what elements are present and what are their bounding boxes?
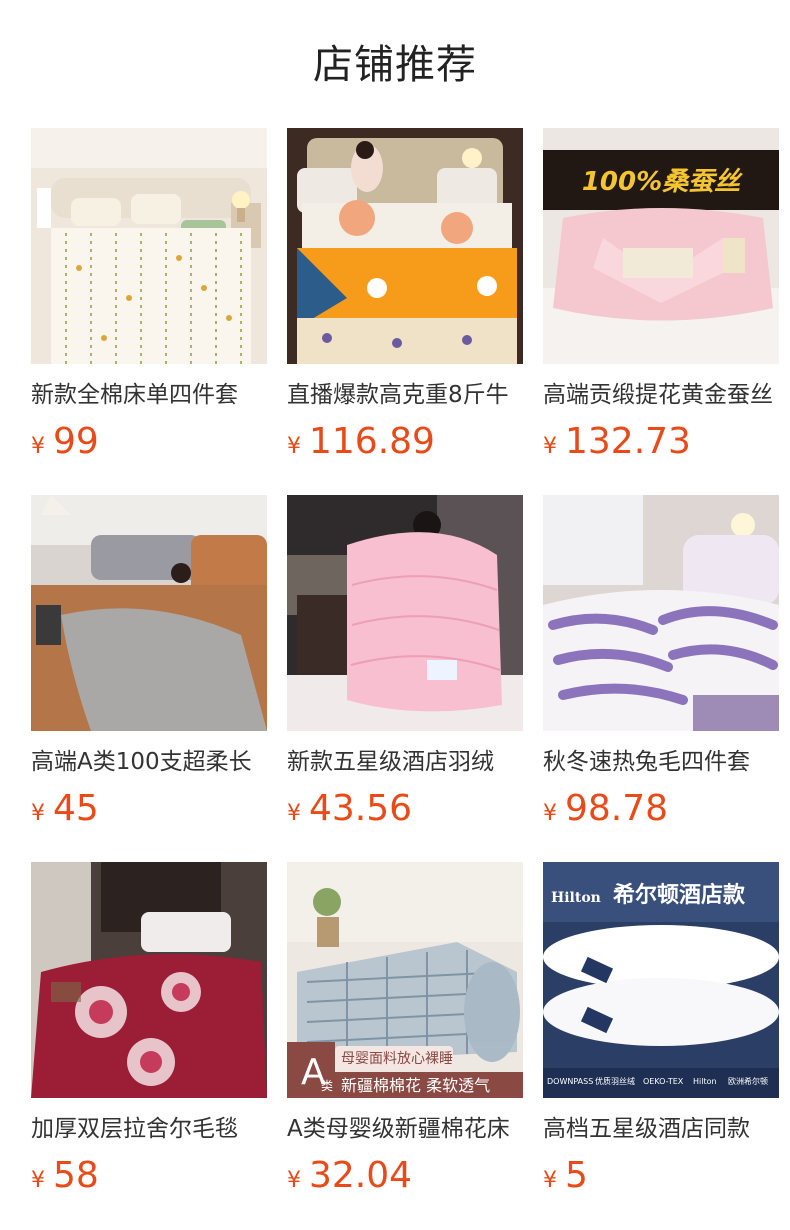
- product-name[interactable]: 高端贡缎提花黄金蚕丝: [543, 378, 779, 412]
- currency-symbol: ¥: [287, 434, 301, 459]
- product-image[interactable]: [287, 128, 523, 364]
- product-card[interactable]: 秋冬速热兔毛四件套 ¥98.78: [543, 495, 779, 862]
- product-name[interactable]: 高端A类100支超柔长: [31, 745, 267, 779]
- currency-symbol: ¥: [31, 801, 45, 826]
- price-value: 58: [53, 1155, 99, 1196]
- product-name[interactable]: 秋冬速热兔毛四件套: [543, 745, 779, 779]
- price-value: 45: [53, 788, 99, 829]
- headline-text: 希尔顿酒店款: [613, 882, 746, 908]
- strip-text-2: 优质羽丝绒: [595, 1076, 635, 1086]
- product-image[interactable]: [31, 495, 267, 731]
- banner-text: 100%桑蚕丝: [582, 167, 743, 197]
- currency-symbol: ¥: [543, 1168, 557, 1193]
- price-value: 116.89: [309, 421, 435, 462]
- currency-symbol: ¥: [31, 1168, 45, 1193]
- price-value: 5: [565, 1155, 588, 1196]
- product-price: ¥5: [543, 1152, 779, 1200]
- currency-symbol: ¥: [543, 434, 557, 459]
- product-image[interactable]: A 类 母婴面料放心裸睡 新疆棉棉花 柔软透气: [287, 862, 523, 1098]
- product-card[interactable]: 新款全棉床单四件套 ¥99: [31, 128, 267, 495]
- currency-symbol: ¥: [287, 801, 301, 826]
- currency-symbol: ¥: [287, 1168, 301, 1193]
- product-card[interactable]: 新款五星级酒店羽绒 ¥43.56: [287, 495, 523, 862]
- badge-sub: 类: [321, 1079, 333, 1093]
- product-price: ¥45: [31, 785, 267, 833]
- product-card[interactable]: 高端A类100支超柔长 ¥45: [31, 495, 267, 862]
- product-image[interactable]: [31, 862, 267, 1098]
- product-card[interactable]: 加厚双层拉舍尔毛毯 ¥58: [31, 862, 267, 1229]
- currency-symbol: ¥: [543, 801, 557, 826]
- brand-name: Hilton: [551, 890, 601, 906]
- strip-text-1: DOWNPASS: [547, 1077, 593, 1086]
- product-name[interactable]: 新款全棉床单四件套: [31, 378, 267, 412]
- product-card[interactable]: A 类 母婴面料放心裸睡 新疆棉棉花 柔软透气 A类母婴级新疆棉花床 ¥32.0…: [287, 862, 523, 1229]
- section-title: 店铺推荐: [313, 42, 477, 88]
- product-price: ¥58: [31, 1152, 267, 1200]
- product-price: ¥116.89: [287, 418, 523, 466]
- strip-text-5: 欧洲希尔顿: [728, 1076, 768, 1086]
- price-value: 132.73: [565, 421, 691, 462]
- product-image[interactable]: [543, 495, 779, 731]
- product-image[interactable]: Hilton 希尔顿酒店款 DOWNPASS 优质羽丝绒 OEKO-TEX Hi…: [543, 862, 779, 1098]
- strip-text-4: Hilton: [693, 1077, 717, 1086]
- product-price: ¥43.56: [287, 785, 523, 833]
- product-grid: 新款全棉床单四件套 ¥99 直播爆款高克重8斤牛 ¥ 116.89 100%桑蚕…: [31, 128, 779, 1229]
- price-value: 43.56: [309, 788, 413, 829]
- product-image[interactable]: 100%桑蚕丝: [543, 128, 779, 364]
- product-image[interactable]: [31, 128, 267, 364]
- product-name[interactable]: 新款五星级酒店羽绒: [287, 745, 523, 779]
- product-price: ¥132.73: [543, 418, 779, 466]
- product-price: ¥98.78: [543, 785, 779, 833]
- product-price: ¥32.04: [287, 1152, 523, 1200]
- product-name[interactable]: 高档五星级酒店同款: [543, 1112, 779, 1146]
- currency-symbol: ¥: [31, 434, 45, 459]
- product-card[interactable]: Hilton 希尔顿酒店款 DOWNPASS 优质羽丝绒 OEKO-TEX Hi…: [543, 862, 779, 1229]
- tag-bottom: 新疆棉棉花 柔软透气: [341, 1076, 490, 1095]
- tag-top: 母婴面料放心裸睡: [341, 1051, 453, 1067]
- price-value: 98.78: [565, 788, 669, 829]
- product-card[interactable]: 100%桑蚕丝 高端贡缎提花黄金蚕丝 ¥132.73: [543, 128, 779, 495]
- product-price: ¥99: [31, 418, 267, 466]
- strip-text-3: OEKO-TEX: [643, 1077, 684, 1086]
- price-value: 32.04: [309, 1155, 413, 1196]
- product-card[interactable]: 直播爆款高克重8斤牛 ¥116.89: [287, 128, 523, 495]
- product-image[interactable]: [287, 495, 523, 731]
- product-name[interactable]: 加厚双层拉舍尔毛毯: [31, 1112, 267, 1146]
- price-value: 99: [53, 421, 99, 462]
- product-name[interactable]: 直播爆款高克重8斤牛: [287, 378, 523, 412]
- product-name[interactable]: A类母婴级新疆棉花床: [287, 1112, 523, 1146]
